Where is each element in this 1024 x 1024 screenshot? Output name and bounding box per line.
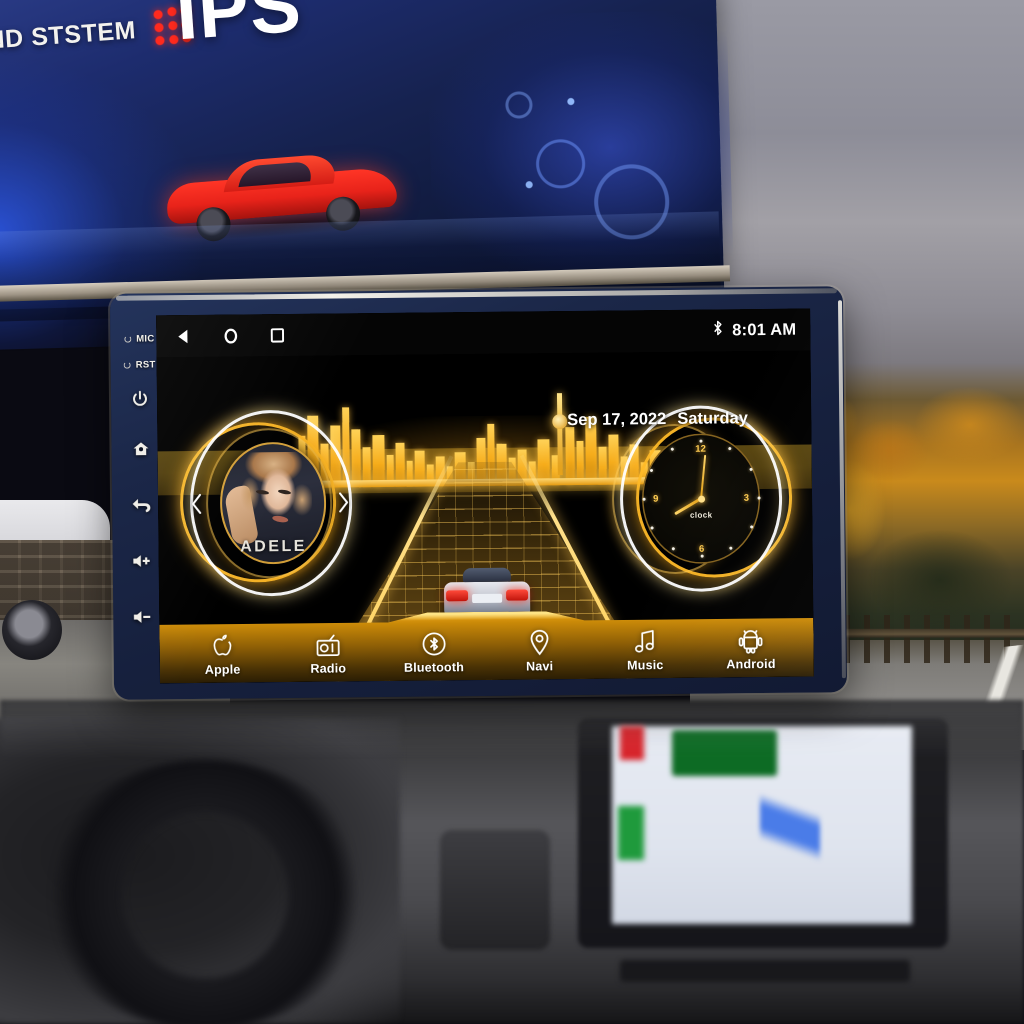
rst-label: RST — [135, 358, 156, 371]
album-cover-art[interactable]: ADELE — [219, 441, 327, 565]
dock-item-radio[interactable]: Radio — [275, 630, 381, 676]
poster-headline: ND STSTEM — [0, 15, 137, 55]
power-icon — [131, 389, 149, 407]
home-screen-wallpaper: Sep 17, 2022 Saturday ADELE 12 3 6 9 clo… — [156, 350, 814, 684]
mic-led-icon — [124, 335, 132, 343]
dock-label-bluetooth: Bluetooth — [403, 660, 465, 675]
mic-label: MIC — [136, 332, 155, 345]
volume-up-icon — [132, 552, 152, 569]
dock-item-android[interactable]: Android — [698, 626, 804, 672]
poster-brand-text: IPS — [173, 0, 305, 57]
music-note-icon — [632, 627, 658, 655]
dock-item-bluetooth[interactable]: Bluetooth — [381, 629, 487, 675]
volume-down-icon — [132, 608, 152, 625]
status-bar-clock: 8:01 AM — [732, 320, 797, 339]
screenshot-stage: ND STSTEM IPS MIC RST 8:01 AM Sep 17, 20… — [0, 0, 1024, 1024]
weekday-text: Saturday — [677, 409, 749, 428]
dock-item-apple[interactable]: Apple — [169, 631, 275, 677]
chevron-left-icon[interactable] — [190, 493, 204, 515]
bluetooth-icon — [420, 629, 447, 657]
clock-center-pin — [697, 495, 705, 503]
dock-label-music: Music — [627, 658, 664, 673]
home-icon — [131, 439, 150, 458]
apple-icon — [211, 632, 234, 660]
dock-label-navi: Navi — [525, 659, 554, 674]
rst-led-icon — [123, 361, 131, 369]
album-art-face — [237, 451, 313, 545]
dock-label-android: Android — [726, 656, 776, 672]
chevron-right-icon[interactable] — [336, 491, 350, 513]
car-head-unit: MIC RST 8:01 AM Sep 17, 2022 Saturday AD… — [109, 286, 848, 700]
radio-icon — [314, 630, 341, 658]
location-pin-icon — [527, 628, 551, 656]
clock-numeral-6: 6 — [698, 543, 705, 555]
touchscreen-display[interactable]: 8:01 AM Sep 17, 2022 Saturday ADELE 12 3… — [156, 308, 814, 684]
clock-numeral-12: 12 — [695, 443, 706, 455]
dock-label-apple: Apple — [204, 662, 241, 677]
car-taillight-right — [506, 589, 529, 601]
status-bar-right: 8:01 AM — [710, 319, 796, 342]
white-car-wheel — [2, 600, 62, 660]
dashboard-glare — [0, 700, 1024, 760]
dock-item-navi[interactable]: Navi — [486, 628, 592, 674]
app-dock: Apple Radio Bluetooth Navi Music Android — [159, 609, 814, 684]
tv-tower-icon — [556, 393, 563, 476]
nav-green-bar — [618, 806, 644, 860]
bluetooth-icon — [710, 319, 725, 341]
media-widget[interactable]: ADELE — [175, 403, 367, 603]
dock-item-music[interactable]: Music — [592, 627, 698, 673]
album-title-text: ADELE — [240, 537, 307, 556]
clock-numeral-3: 3 — [743, 492, 750, 504]
car-taillight-left — [446, 590, 469, 602]
date-display: Sep 17, 2022 Saturday — [567, 409, 748, 430]
back-arrow-icon — [131, 496, 151, 513]
home-circle-icon[interactable] — [221, 326, 240, 345]
android-robot-icon — [738, 626, 764, 654]
clock-label: clock — [689, 510, 713, 520]
dock-label-radio: Radio — [310, 661, 347, 676]
back-triangle-icon[interactable] — [174, 326, 193, 345]
tv-tower-sphere — [552, 414, 568, 430]
steering-wheel — [40, 760, 370, 1024]
date-text: Sep 17, 2022 — [567, 410, 667, 430]
android-status-bar: 8:01 AM — [156, 308, 811, 358]
air-vent — [440, 830, 550, 950]
dashboard-trim-strip — [620, 960, 910, 982]
car-rear-window — [462, 567, 511, 583]
recents-square-icon[interactable] — [268, 326, 286, 344]
android-nav-buttons — [174, 326, 286, 346]
analog-clock-face: 12 3 6 9 clock — [641, 433, 761, 565]
clock-numeral-9: 9 — [653, 493, 659, 505]
car-license-plate — [472, 593, 503, 604]
dock-items: Apple Radio Bluetooth Navi Music Android — [159, 626, 813, 684]
